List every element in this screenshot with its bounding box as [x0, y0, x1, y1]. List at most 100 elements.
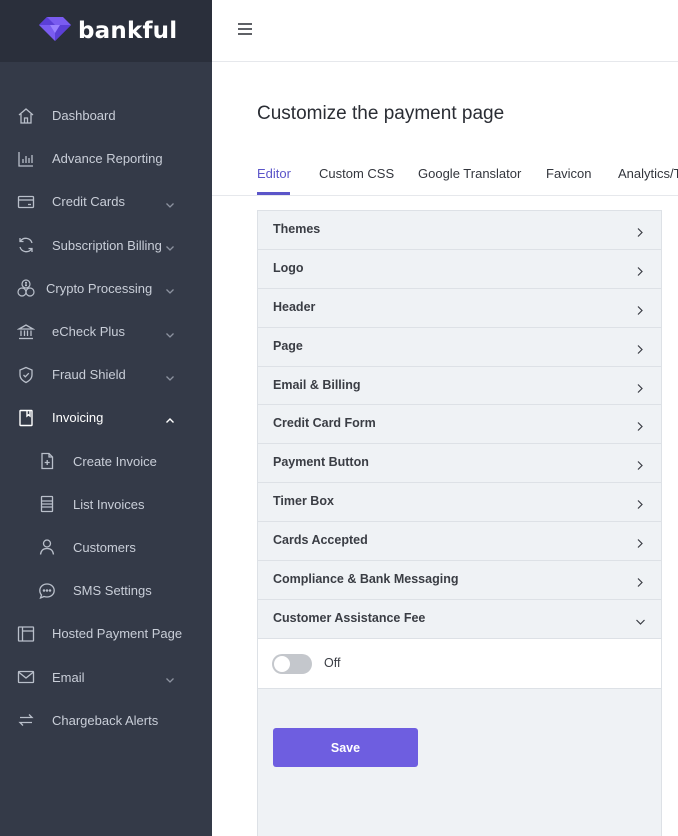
section-label: Timer Box	[273, 494, 334, 509]
sidebar-item-hosted-payment-page[interactable]: Hosted Payment Page	[0, 612, 212, 655]
customer-assistance-fee-toggle[interactable]	[272, 653, 312, 674]
brand-header: bankful	[0, 0, 212, 62]
brand-name[interactable]: bankful	[78, 18, 177, 44]
coins-icon	[17, 279, 35, 297]
topbar	[212, 0, 678, 62]
refresh-icon	[17, 236, 35, 254]
section-credit-card-form[interactable]: Credit Card Form	[258, 405, 661, 445]
section-label: Themes	[273, 222, 321, 236]
tab-custom-css[interactable]: Custom CSS	[319, 166, 394, 181]
section-themes[interactable]: Themes	[258, 211, 661, 250]
list-icon	[38, 495, 56, 513]
home-icon	[17, 107, 35, 125]
sidebar-item-list-invoices[interactable]: List Invoices	[0, 483, 212, 526]
sidebar: bankful Dashboard Advance Reporting Cred…	[0, 0, 212, 836]
section-header[interactable]: Header	[258, 289, 661, 328]
section-cards-accepted[interactable]: Cards Accepted	[258, 522, 661, 562]
section-label: Credit Card Form	[273, 416, 376, 431]
tab-google-translator[interactable]: Google Translator	[418, 166, 521, 181]
chevron-up-icon[interactable]	[165, 413, 175, 423]
chevron-right-icon	[635, 458, 645, 471]
sidebar-item-crypto-processing[interactable]: Crypto Processing	[0, 267, 212, 310]
sidebar-item-label: Credit Cards	[52, 194, 125, 210]
section-payment-button[interactable]: Payment Button	[258, 444, 661, 484]
sidebar-item-label: Create Invoice	[73, 453, 157, 469]
sidebar-item-label: Hosted Payment Page	[52, 626, 183, 642]
sidebar-item-credit-cards[interactable]: Credit Cards	[0, 180, 212, 223]
bank-icon	[17, 323, 35, 341]
chevron-right-icon	[635, 225, 645, 237]
file-plus-icon	[38, 452, 56, 470]
chevron-down-icon[interactable]	[165, 327, 175, 338]
chevron-right-icon	[635, 575, 645, 587]
chevron-right-icon	[635, 536, 645, 549]
sidebar-item-sms-settings[interactable]: SMS Settings	[0, 569, 212, 612]
chevron-down-icon[interactable]	[165, 672, 175, 683]
sidebar-item-label: Fraud Shield	[52, 367, 126, 383]
toggle-knob	[274, 655, 290, 672]
hamburger-menu-icon[interactable]	[237, 22, 253, 36]
section-label: Logo	[273, 260, 304, 275]
chevron-down-icon[interactable]	[165, 283, 175, 295]
chevron-right-icon	[635, 342, 645, 354]
sidebar-item-email[interactable]: Email	[0, 655, 212, 698]
mail-icon	[17, 668, 35, 686]
section-label: Cards Accepted	[273, 533, 368, 548]
sidebar-item-label: Dashboard	[52, 108, 116, 124]
sidebar-item-label: List Invoices	[73, 496, 145, 512]
sidebar-item-fraud-shield[interactable]: Fraud Shield	[0, 353, 212, 396]
sidebar-item-label: Subscription Billing	[52, 237, 162, 253]
chevron-down-icon[interactable]	[165, 197, 175, 208]
chevron-right-icon	[635, 419, 645, 432]
sidebar-item-customers[interactable]: Customers	[0, 526, 212, 569]
section-timer-box[interactable]: Timer Box	[258, 483, 661, 523]
bar-chart-icon	[17, 150, 35, 168]
section-compliance-bank-messaging[interactable]: Compliance & Bank Messaging	[258, 561, 661, 600]
sidebar-item-dashboard[interactable]: Dashboard	[0, 94, 212, 137]
active-tab-indicator	[257, 192, 290, 195]
page-title: Customize the payment page	[257, 103, 505, 124]
editor-panel: Themes Logo Header Page Email & Billing …	[257, 210, 662, 836]
layout-icon	[17, 625, 35, 643]
sidebar-item-invoicing[interactable]: Invoicing	[0, 396, 212, 439]
chevron-down-icon	[635, 614, 645, 625]
sidebar-item-label: Email	[52, 669, 85, 685]
section-logo[interactable]: Logo	[258, 250, 661, 289]
chevron-down-icon[interactable]	[165, 370, 175, 381]
sidebar-item-echeck-plus[interactable]: eCheck Plus	[0, 310, 212, 353]
sidebar-item-label: Advance Reporting	[52, 151, 163, 167]
toggle-label: Off	[324, 655, 341, 670]
chat-icon	[38, 582, 56, 600]
sidebar-item-create-invoice[interactable]: Create Invoice	[0, 440, 212, 483]
user-icon	[38, 538, 56, 556]
section-label: Email & Billing	[273, 377, 361, 392]
sidebar-item-label: Crypto Processing	[46, 280, 153, 296]
section-label: Payment Button	[273, 455, 369, 470]
section-label: Header	[273, 299, 316, 314]
section-label: Compliance & Bank Messaging	[273, 572, 459, 587]
customer-assistance-fee-body: Off	[258, 638, 661, 689]
sidebar-nav: Dashboard Advance Reporting Credit Cards…	[0, 94, 212, 742]
sidebar-item-label: Invoicing	[52, 410, 104, 426]
section-page[interactable]: Page	[258, 328, 661, 367]
sidebar-item-label: Chargeback Alerts	[52, 712, 159, 728]
shield-icon	[17, 366, 35, 384]
sidebar-item-advance-reporting[interactable]: Advance Reporting	[0, 137, 212, 180]
section-customer-assistance-fee[interactable]: Customer Assistance Fee	[258, 600, 661, 639]
chevron-right-icon	[635, 303, 645, 315]
sidebar-item-label: Customers	[73, 539, 136, 555]
save-button[interactable]: Save	[273, 728, 418, 767]
section-label: Customer Assistance Fee	[273, 610, 426, 625]
tab-favicon[interactable]: Favicon	[546, 166, 592, 181]
bankful-logo-icon[interactable]	[38, 16, 72, 47]
section-email-billing[interactable]: Email & Billing	[258, 367, 661, 406]
arrows-icon	[17, 711, 35, 729]
chevron-down-icon[interactable]	[165, 240, 175, 252]
tab-analytics[interactable]: Analytics/T	[618, 166, 678, 181]
sidebar-item-chargeback-alerts[interactable]: Chargeback Alerts	[0, 699, 212, 742]
chevron-right-icon	[635, 497, 645, 510]
sidebar-item-label: eCheck Plus	[52, 324, 125, 340]
tab-editor[interactable]: Editor	[257, 166, 291, 181]
sidebar-item-label: SMS Settings	[73, 583, 152, 599]
sidebar-item-subscription-billing[interactable]: Subscription Billing	[0, 224, 212, 267]
